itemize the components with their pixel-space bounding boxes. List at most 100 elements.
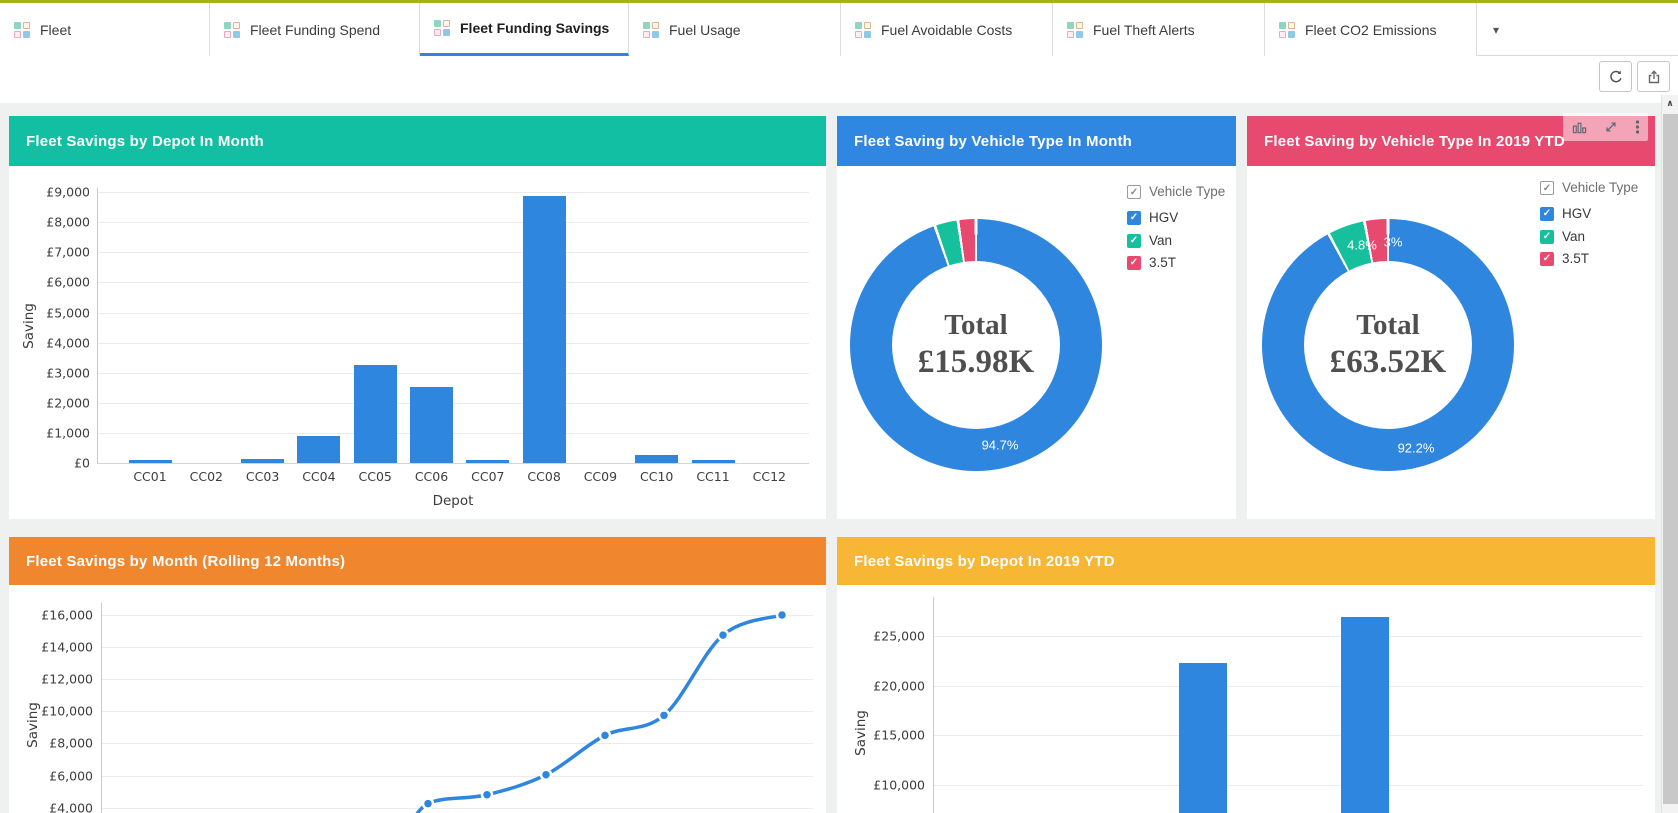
- y-axis-title: Saving: [21, 303, 37, 349]
- dashboard-content: Fleet Savings by Depot In Month £0£1,000…: [0, 103, 1678, 813]
- tab-label: Fuel Avoidable Costs: [881, 22, 1012, 38]
- slice-percent-label: 3%: [1384, 235, 1403, 250]
- panel-title: Fleet Savings by Depot In Month: [26, 133, 264, 150]
- donut-total-value: £63.52K: [1330, 344, 1446, 381]
- y-tick-label: £20,000: [873, 678, 925, 693]
- gridline: [933, 785, 1643, 786]
- scrollbar-thumb[interactable]: [1663, 114, 1678, 804]
- panel-header: Fleet Savings by Depot In 2019 YTD: [837, 537, 1655, 585]
- legend-label: Van: [1149, 233, 1172, 248]
- tab-label: Fleet Funding Savings: [460, 20, 609, 36]
- y-tick-label: £25,000: [873, 628, 925, 643]
- bar[interactable]: [1341, 617, 1389, 813]
- x-tick-label: CC02: [190, 469, 223, 484]
- tab-fuel-usage[interactable]: Fuel Usage: [629, 3, 841, 56]
- bar-cc03[interactable]: [241, 459, 284, 463]
- legend-row: ✓ Van: [1127, 233, 1172, 248]
- panel-savings-by-depot-month: Fleet Savings by Depot In Month £0£1,000…: [9, 116, 826, 519]
- expand-icon[interactable]: [1604, 120, 1618, 134]
- legend-row: ✓ 3.5T: [1540, 251, 1589, 266]
- column-chart-icon[interactable]: [1572, 120, 1587, 135]
- legend-row: ✓Van: [1540, 229, 1585, 244]
- legend-label: HGV: [1562, 206, 1591, 221]
- tab-bar: Fleet Fleet Funding Spend Fleet Funding Sa…: [0, 3, 1678, 56]
- gridline: [97, 343, 809, 344]
- legend-checkbox-hgv[interactable]: ✓: [1127, 211, 1141, 225]
- bar[interactable]: [1179, 663, 1227, 813]
- legend-checkbox-3-5t[interactable]: ✓: [1127, 256, 1141, 270]
- legend-title-checkbox[interactable]: ✓: [1127, 185, 1141, 199]
- tab-fuel-theft-alerts[interactable]: Fuel Theft Alerts: [1053, 3, 1265, 56]
- legend-checkbox-van[interactable]: ✓: [1540, 230, 1554, 244]
- tab-fleet-funding-savings[interactable]: Fleet Funding Savings: [420, 3, 629, 56]
- line-data-point[interactable]: [482, 790, 492, 800]
- legend-label: 3.5T: [1149, 255, 1176, 270]
- legend-label: 3.5T: [1562, 251, 1589, 266]
- legend-row: ✓HGV: [1127, 210, 1178, 225]
- dashboard-grid-icon: [224, 22, 240, 38]
- panel-title: Fleet Savings by Month (Rolling 12 Month…: [26, 553, 345, 570]
- x-tick-label: CC06: [415, 469, 448, 484]
- legend-checkbox-van[interactable]: ✓: [1127, 234, 1141, 248]
- panel-saving-by-vehicle-type-month: Fleet Saving by Vehicle Type In Month To…: [837, 116, 1236, 519]
- legend-label: Vehicle Type: [1562, 180, 1638, 195]
- tab-overflow-caret[interactable]: ▾: [1493, 3, 1499, 56]
- x-axis-title: Depot: [433, 493, 474, 509]
- bar-cc10[interactable]: [635, 455, 678, 463]
- legend-row: ✓ HGV: [1540, 206, 1591, 221]
- bar-cc05[interactable]: [354, 365, 397, 463]
- line-data-point[interactable]: [423, 799, 433, 809]
- bar-cc01[interactable]: [129, 460, 172, 463]
- gridline: [97, 433, 809, 434]
- legend-title-checkbox[interactable]: ✓: [1540, 181, 1554, 195]
- scrollbar-up-arrow[interactable]: ∧: [1662, 96, 1678, 112]
- bar-cc06[interactable]: [410, 387, 453, 463]
- line-data-point[interactable]: [659, 710, 669, 720]
- tab-fleet-co2-emissions[interactable]: Fleet CO2 Emissions: [1265, 3, 1477, 56]
- x-tick-label: CC10: [640, 469, 673, 484]
- gridline: [97, 373, 809, 374]
- line-data-point[interactable]: [718, 630, 728, 640]
- y-tick-label: £15,000: [873, 728, 925, 743]
- y-tick-label: £5,000: [46, 305, 90, 320]
- bar-cc11[interactable]: [692, 460, 735, 463]
- gridline: [97, 282, 809, 283]
- donut-total-label: Total: [1356, 309, 1419, 342]
- x-tick-label: CC04: [302, 469, 335, 484]
- more-options-icon[interactable]: [1635, 119, 1640, 135]
- legend-checkbox-3-5t[interactable]: ✓: [1540, 252, 1554, 266]
- dashboard-grid-icon: [1067, 22, 1083, 38]
- share-icon: [1646, 69, 1662, 85]
- legend-row: ✓ 3.5T: [1127, 255, 1176, 270]
- y-tick-label: £6,000: [46, 275, 90, 290]
- line-data-point[interactable]: [541, 770, 551, 780]
- vertical-scrollbar[interactable]: ∧: [1661, 95, 1678, 813]
- refresh-button[interactable]: [1599, 61, 1632, 92]
- y-tick-label: £9,000: [46, 185, 90, 200]
- gridline: [933, 735, 1643, 736]
- line-data-point[interactable]: [600, 730, 610, 740]
- panel-title: Fleet Saving by Vehicle Type In Month: [854, 133, 1132, 150]
- y-tick-label: £4,000: [46, 335, 90, 350]
- share-button[interactable]: [1637, 61, 1670, 92]
- tab-fleet-funding-spend[interactable]: Fleet Funding Spend: [210, 3, 420, 56]
- tab-fleet[interactable]: Fleet: [0, 3, 210, 56]
- y-tick-label: £8,000: [46, 215, 90, 230]
- x-tick-label: CC01: [133, 469, 166, 484]
- line-series: [9, 585, 826, 813]
- tab-label: Fleet Funding Spend: [250, 22, 380, 38]
- bar-chart-depot-month: £0£1,000£2,000£3,000£4,000£5,000£6,000£7…: [9, 166, 826, 519]
- y-tick-label: £3,000: [46, 365, 90, 380]
- panel-title: Fleet Saving by Vehicle Type In 2019 YTD: [1264, 133, 1565, 150]
- bar-cc04[interactable]: [297, 436, 340, 463]
- donut-center: Total£15.98K: [892, 261, 1060, 429]
- bar-cc07[interactable]: [466, 460, 509, 463]
- dashboard-grid-icon: [855, 22, 871, 38]
- bar-cc08[interactable]: [523, 196, 566, 463]
- line-data-point[interactable]: [777, 610, 787, 620]
- y-tick-label: £1,000: [46, 425, 90, 440]
- tab-fuel-avoidable-costs[interactable]: Fuel Avoidable Costs: [841, 3, 1053, 56]
- legend-checkbox-hgv[interactable]: ✓: [1540, 207, 1554, 221]
- slice-percent-label: 4.8%: [1347, 238, 1377, 253]
- tab-label: Fleet CO2 Emissions: [1305, 22, 1436, 38]
